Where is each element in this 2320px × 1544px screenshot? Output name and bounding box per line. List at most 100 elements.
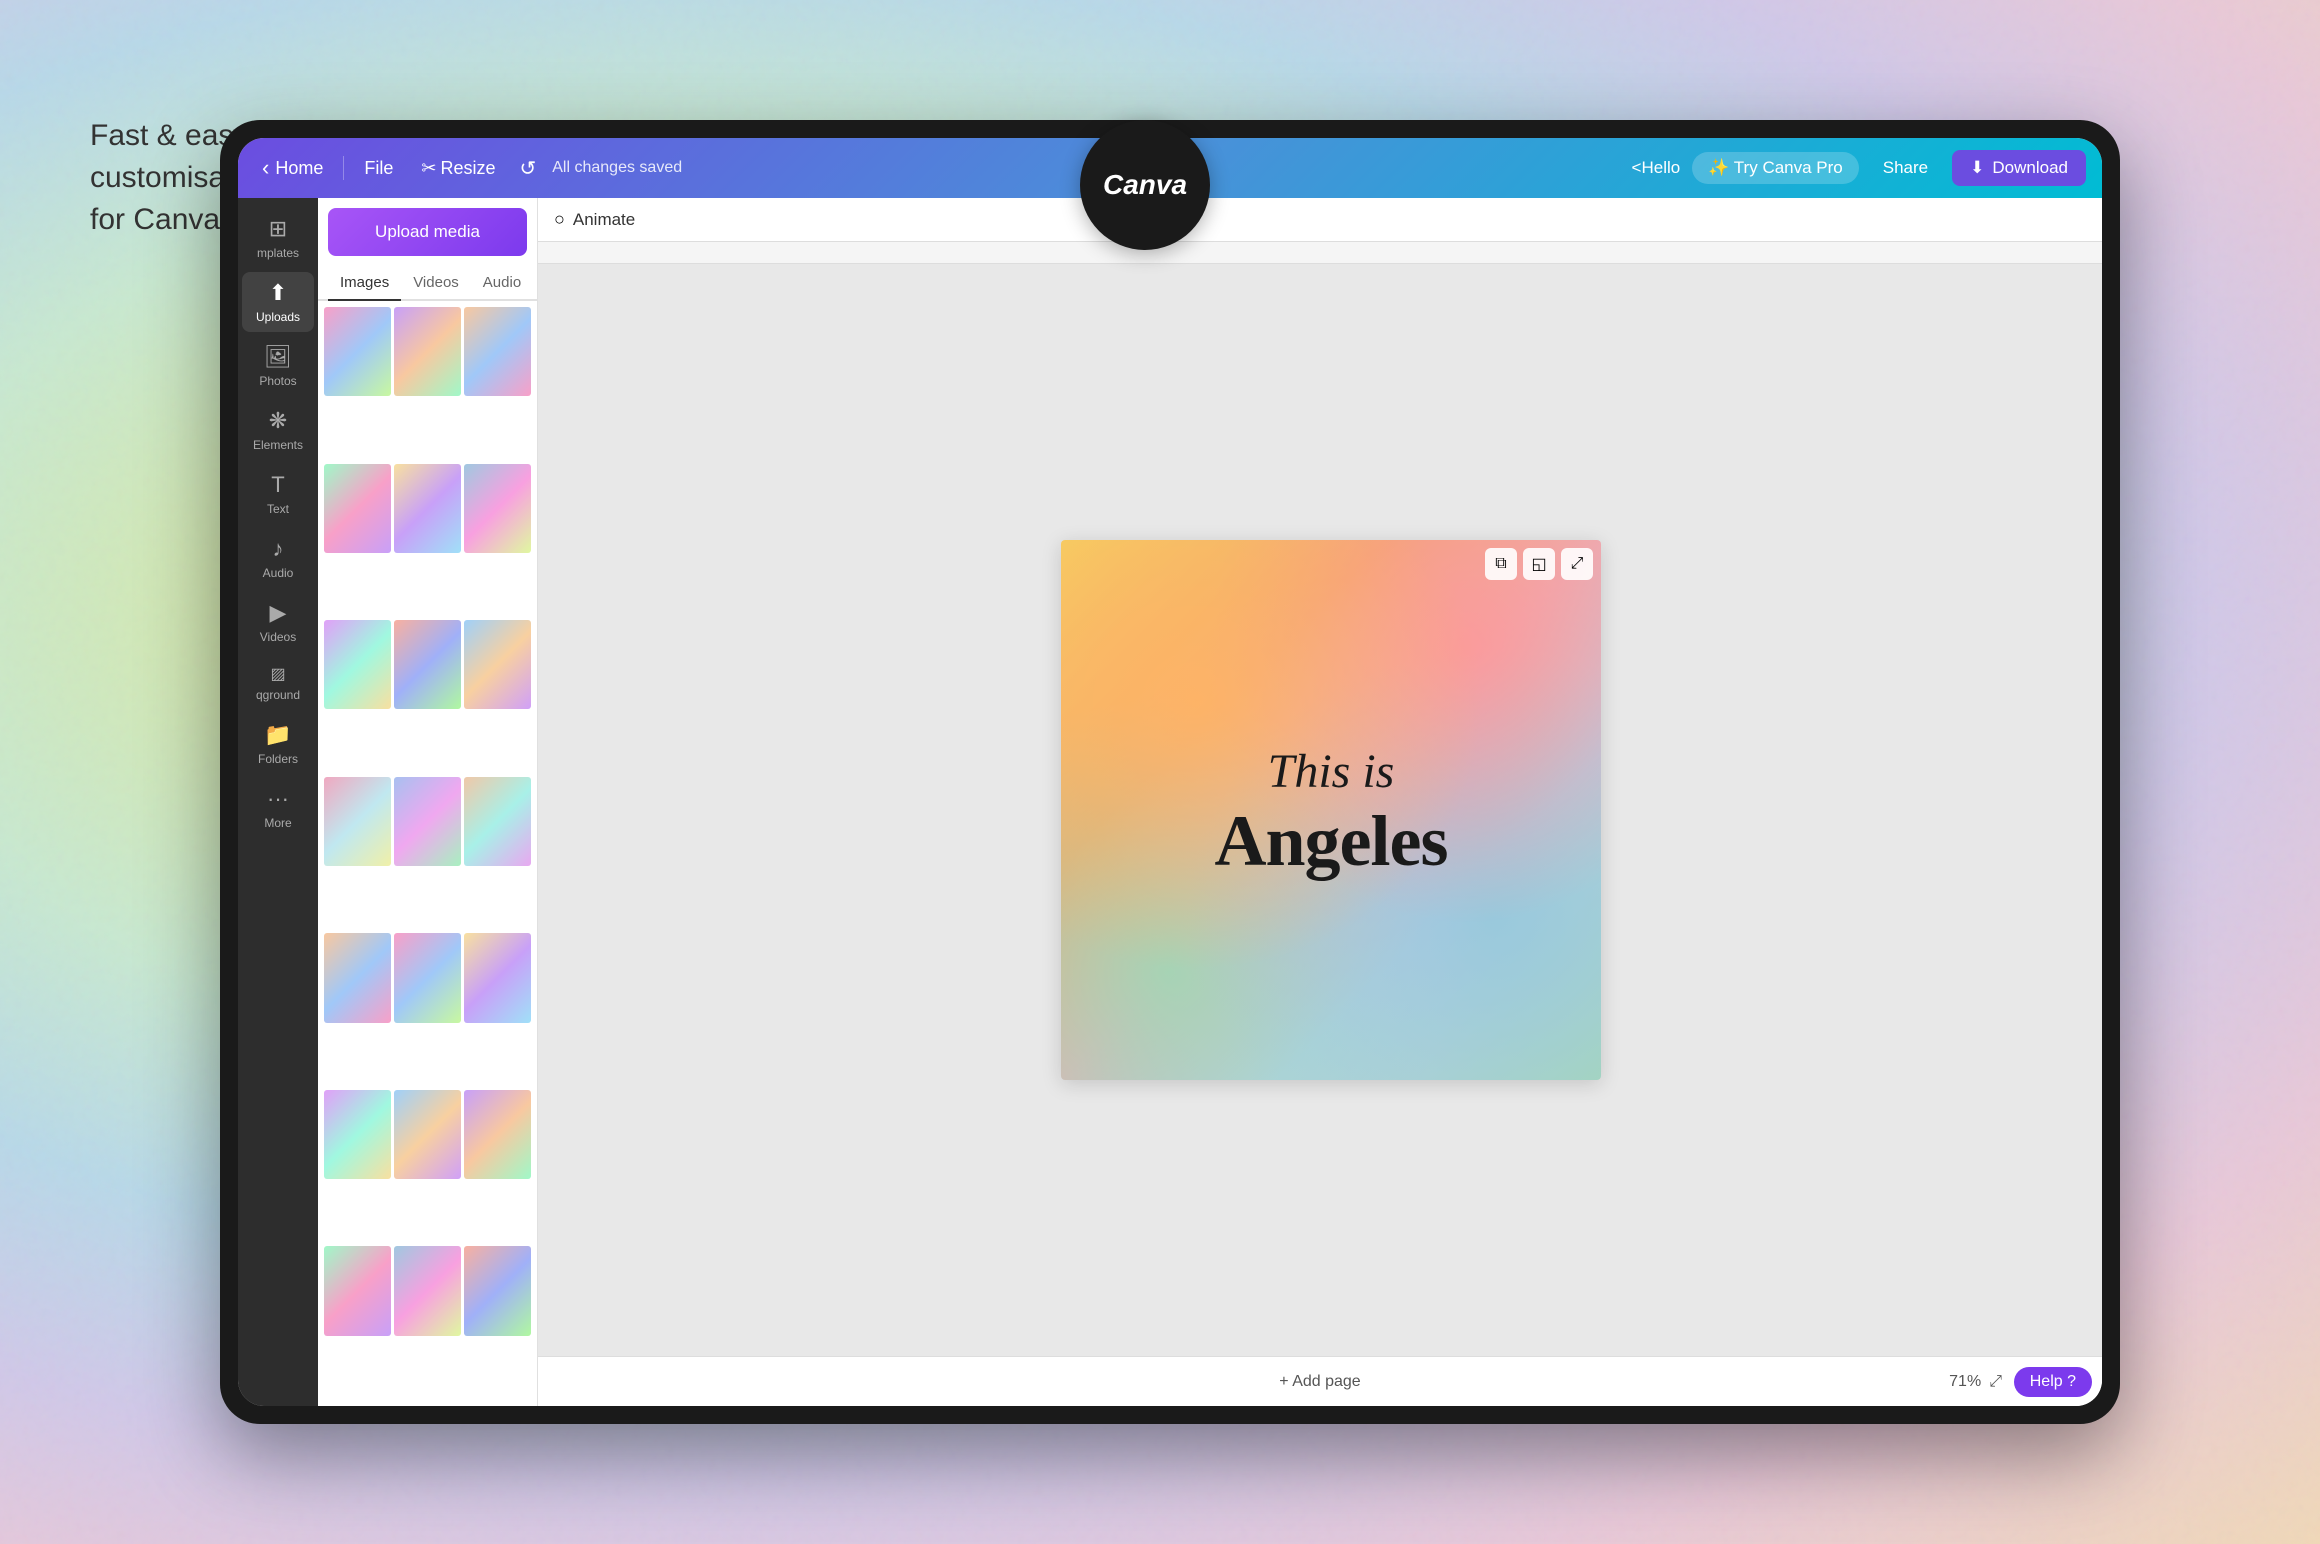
resize-button[interactable]: ✂ Resize	[413, 154, 503, 183]
tab-audio[interactable]: Audio	[471, 266, 533, 301]
list-item[interactable]	[324, 1090, 391, 1179]
list-item[interactable]	[394, 464, 461, 553]
download-icon: ⬇	[1970, 158, 1984, 178]
zoom-control: 71% ⤢	[1949, 1373, 2002, 1391]
videos-label: Videos	[260, 630, 296, 644]
zoom-value: 71%	[1949, 1373, 1981, 1391]
sidebar-item-text[interactable]: T Text	[242, 464, 314, 524]
list-item[interactable]	[464, 777, 531, 866]
folders-label: Folders	[258, 752, 298, 766]
uploads-label: Uploads	[256, 310, 300, 324]
uploads-icon: ⬆	[269, 280, 287, 306]
animate-bar: ○ Animate	[538, 198, 2102, 242]
home-button[interactable]: Home	[254, 151, 331, 185]
bottom-bar: + Add page 71% ⤢ Help ?	[538, 1356, 2102, 1406]
header-right-section: <Hello ✨ Try Canva Pro Share ⬇ Download	[1632, 150, 2086, 186]
resize-label: Resize	[440, 158, 495, 179]
canvas-workspace: ⧉ ◱ ⤢ This is Angeles	[538, 264, 2102, 1356]
sidebar-item-videos[interactable]: ▶ Videos	[242, 592, 314, 652]
list-item[interactable]	[324, 777, 391, 866]
tab-videos[interactable]: Videos	[401, 266, 471, 301]
templates-label: mplates	[257, 246, 299, 260]
add-page-button[interactable]: + Add page	[1279, 1373, 1360, 1391]
animate-icon: ○	[554, 209, 565, 230]
list-item[interactable]	[394, 307, 461, 396]
audio-icon: ♪	[273, 536, 284, 562]
sidebar-item-photos[interactable]: 🖼 Photos	[242, 336, 314, 396]
try-pro-button[interactable]: ✨ Try Canva Pro	[1692, 152, 1859, 184]
background-icon: ▨	[270, 664, 285, 684]
list-item[interactable]	[394, 777, 461, 866]
text-label: Text	[267, 502, 289, 516]
list-item[interactable]	[324, 464, 391, 553]
photos-label: Photos	[259, 374, 296, 388]
list-item[interactable]	[464, 620, 531, 709]
elements-label: Elements	[253, 438, 303, 452]
canva-logo-text: Canva	[1103, 169, 1187, 201]
list-item[interactable]	[464, 1090, 531, 1179]
upload-panel: Upload media Images Videos Audio	[318, 198, 538, 1406]
canvas-area: ○ Animate ⧉ ◱ ⤢	[538, 198, 2102, 1406]
upload-tabs: Images Videos Audio	[318, 266, 537, 301]
help-button[interactable]: Help ?	[2014, 1367, 2092, 1397]
share-button[interactable]: Share	[1871, 152, 1940, 184]
more-icon: ···	[267, 786, 289, 812]
list-item[interactable]	[394, 1246, 461, 1335]
canvas-inner: ⧉ ◱ ⤢ This is Angeles	[560, 540, 2102, 1080]
list-item[interactable]	[324, 307, 391, 396]
list-item[interactable]	[394, 620, 461, 709]
photos-icon: 🖼	[264, 344, 292, 370]
canvas-text-this-is: This is	[1215, 743, 1448, 801]
sidebar-icons: ⊞ mplates ⬆ Uploads 🖼 Photos ❋ Elements …	[238, 198, 318, 1406]
sidebar-item-elements[interactable]: ❋ Elements	[242, 400, 314, 460]
canvas-text-angeles: Angeles	[1215, 805, 1448, 877]
tablet-screen: Home File ✂ Resize ↺ All changes saved <…	[238, 138, 2102, 1406]
animate-label[interactable]: Animate	[573, 210, 635, 230]
elements-icon: ❋	[269, 408, 287, 434]
tab-images[interactable]: Images	[328, 266, 401, 301]
hello-label: <Hello	[1632, 158, 1681, 178]
text-icon: T	[271, 472, 284, 498]
undo-button[interactable]: ↺	[515, 152, 540, 185]
tablet-device: Home File ✂ Resize ↺ All changes saved <…	[220, 120, 2120, 1424]
list-item[interactable]	[464, 307, 531, 396]
main-content: ⊞ mplates ⬆ Uploads 🖼 Photos ❋ Elements …	[238, 198, 2102, 1406]
sidebar-item-folders[interactable]: 📁 Folders	[242, 714, 314, 774]
background-label: qground	[256, 688, 300, 702]
upload-media-button[interactable]: Upload media	[328, 208, 527, 256]
list-item[interactable]	[464, 933, 531, 1022]
templates-icon: ⊞	[269, 216, 287, 242]
list-item[interactable]	[324, 1246, 391, 1335]
list-item[interactable]	[324, 933, 391, 1022]
sidebar-item-audio[interactable]: ♪ Audio	[242, 528, 314, 588]
sidebar-item-background[interactable]: ▨ qground	[242, 656, 314, 710]
top-ruler	[538, 242, 2102, 264]
sidebar-item-uploads[interactable]: ⬆ Uploads	[242, 272, 314, 332]
header-divider	[343, 156, 344, 180]
list-item[interactable]	[464, 464, 531, 553]
home-label: Home	[275, 158, 323, 179]
canvas-action-btn-1[interactable]: ⧉	[1485, 548, 1517, 580]
canvas-actions: ⧉ ◱ ⤢	[1485, 548, 1593, 580]
sidebar-item-more[interactable]: ··· More	[242, 778, 314, 838]
list-item[interactable]	[394, 1090, 461, 1179]
list-item[interactable]	[324, 620, 391, 709]
design-canvas[interactable]: ⧉ ◱ ⤢ This is Angeles	[1061, 540, 1601, 1080]
canvas-text-block: This is Angeles	[1195, 723, 1468, 897]
audio-label: Audio	[263, 566, 294, 580]
file-button[interactable]: File	[356, 154, 401, 183]
canva-logo: Canva	[1080, 120, 1210, 250]
canvas-action-btn-2[interactable]: ◱	[1523, 548, 1555, 580]
canvas-action-btn-3[interactable]: ⤢	[1561, 548, 1593, 580]
zoom-expand-icon[interactable]: ⤢	[1989, 1373, 2002, 1391]
folders-icon: 📁	[264, 722, 291, 748]
download-label: Download	[1992, 158, 2068, 178]
scissors-icon: ✂	[421, 158, 436, 179]
sidebar-item-templates[interactable]: ⊞ mplates	[242, 208, 314, 268]
image-grid	[318, 301, 537, 1406]
list-item[interactable]	[464, 1246, 531, 1335]
more-label: More	[264, 816, 291, 830]
download-button[interactable]: ⬇ Download	[1952, 150, 2086, 186]
list-item[interactable]	[394, 933, 461, 1022]
videos-icon: ▶	[270, 600, 287, 626]
